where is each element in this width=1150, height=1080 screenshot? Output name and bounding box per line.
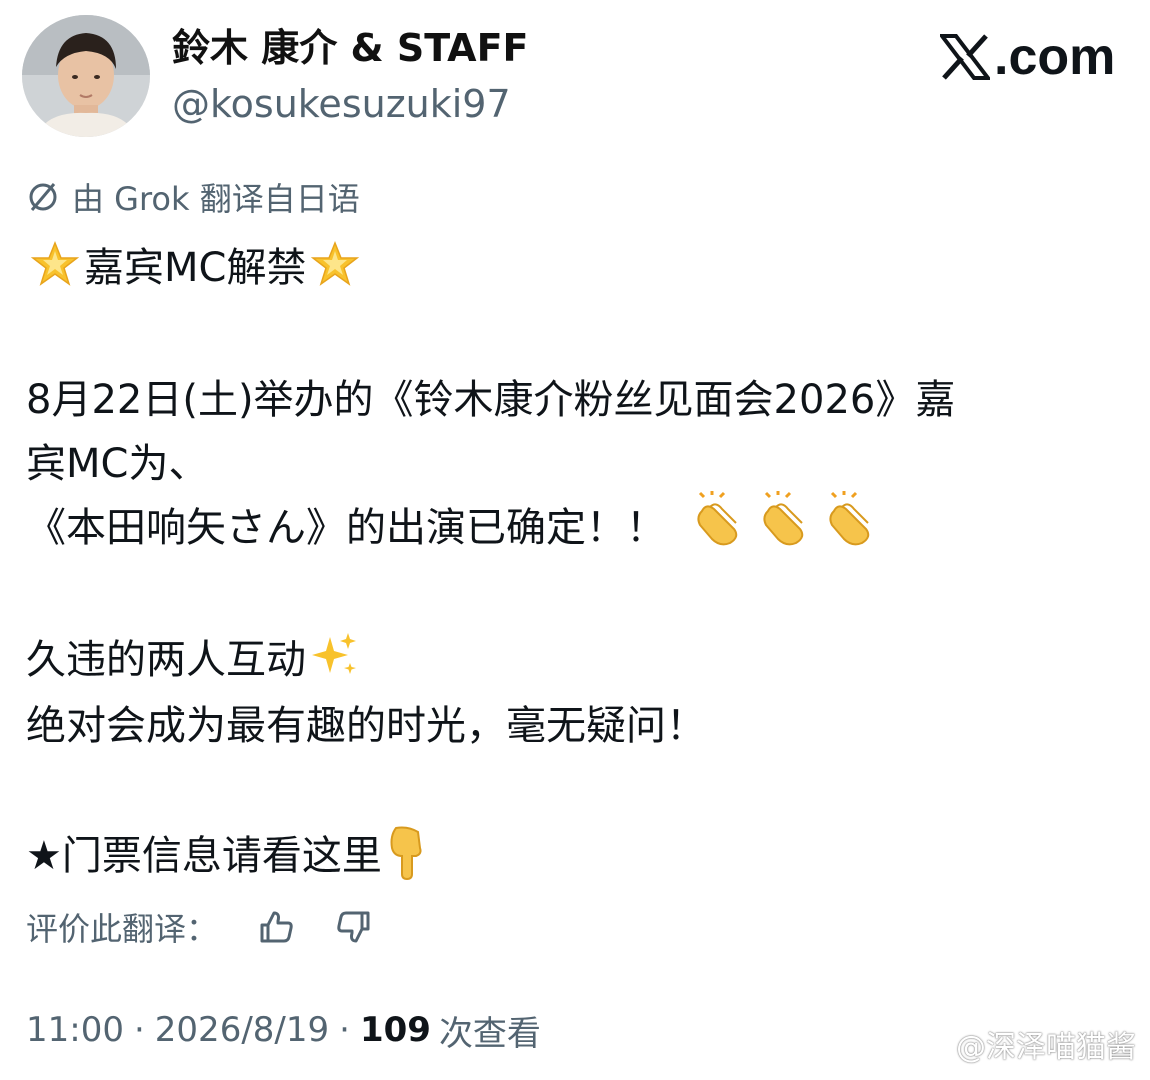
rate-translation-label: 评价此翻译： bbox=[26, 910, 219, 948]
x-logo-text: .com bbox=[994, 28, 1116, 86]
x-logo-icon bbox=[940, 34, 990, 80]
views-count[interactable]: 109 bbox=[360, 1010, 431, 1050]
thumbs-up-icon bbox=[260, 911, 293, 943]
tweet-date[interactable]: 2026/8/19 bbox=[155, 1010, 329, 1050]
rate-translation-row: 评价此翻译： bbox=[26, 900, 374, 954]
user-handle[interactable]: @kosukesuzuki97 bbox=[172, 78, 511, 130]
tweet-time[interactable]: 11:00 bbox=[26, 1010, 124, 1050]
tweet-para3-line1: ★门票信息请看这里 bbox=[26, 833, 382, 879]
clapping-hands-icon bbox=[756, 491, 812, 557]
meta-separator: · bbox=[133, 1010, 145, 1050]
thumbs-down-button[interactable] bbox=[334, 907, 374, 947]
translate-icon bbox=[29, 183, 57, 211]
meta-separator: · bbox=[339, 1010, 350, 1050]
profile-avatar[interactable] bbox=[22, 15, 150, 137]
tweet-para1-line3-row: 《本田响矢さん》的出演已确定！！ bbox=[26, 491, 878, 557]
tweet-title-line: 嘉宾MC解禁 bbox=[26, 232, 364, 296]
clapping-hands-group bbox=[690, 491, 878, 557]
pointing-down-icon bbox=[386, 824, 430, 880]
tweet-title: 嘉宾MC解禁 bbox=[84, 245, 307, 291]
x-logo: .com bbox=[940, 27, 1115, 87]
weibo-icon bbox=[916, 1032, 949, 1058]
tweet-para2-line1-row: 久违的两人互动 bbox=[26, 624, 364, 688]
weibo-watermark: @深泽喵猫酱 bbox=[916, 1022, 1136, 1066]
translation-notice: 由 Grok 翻译自日语 bbox=[26, 172, 360, 222]
clapping-hands-icon bbox=[690, 491, 746, 557]
glowing-star-icon bbox=[30, 239, 80, 289]
display-name[interactable]: 鈴木 康介 & STAFF bbox=[172, 22, 529, 74]
avatar-image bbox=[22, 15, 150, 137]
clapping-hands-icon bbox=[822, 491, 878, 557]
glowing-star-icon bbox=[310, 239, 360, 289]
tweet-meta: 11:00 · 2026/8/19 · 109 次查看 bbox=[26, 1002, 541, 1058]
tweet-para1-line2: 宾MC为、 bbox=[26, 441, 209, 487]
tweet-para1-line1: 8月22日(土)举办的《铃木康介粉丝见面会2026》嘉 bbox=[26, 377, 956, 423]
thumbs-up-button[interactable] bbox=[256, 907, 296, 947]
sparkles-icon bbox=[310, 631, 360, 681]
thumbs-down-icon bbox=[337, 911, 370, 943]
tweet-para3-line1-row: ★门票信息请看这里 bbox=[26, 820, 434, 884]
views-label[interactable]: 次查看 bbox=[439, 1006, 541, 1055]
tweet-para2-line1: 久违的两人互动 bbox=[26, 637, 306, 683]
tweet-para2-line2: 绝对会成为最有趣的时光，毫无疑问！ bbox=[26, 703, 706, 749]
watermark-text: @深泽喵猫酱 bbox=[956, 1030, 1136, 1065]
tweet-para1-line3: 《本田响矢さん》的出演已确定！！ bbox=[26, 505, 666, 551]
translation-notice-text: 由 Grok 翻译自日语 bbox=[72, 180, 360, 218]
